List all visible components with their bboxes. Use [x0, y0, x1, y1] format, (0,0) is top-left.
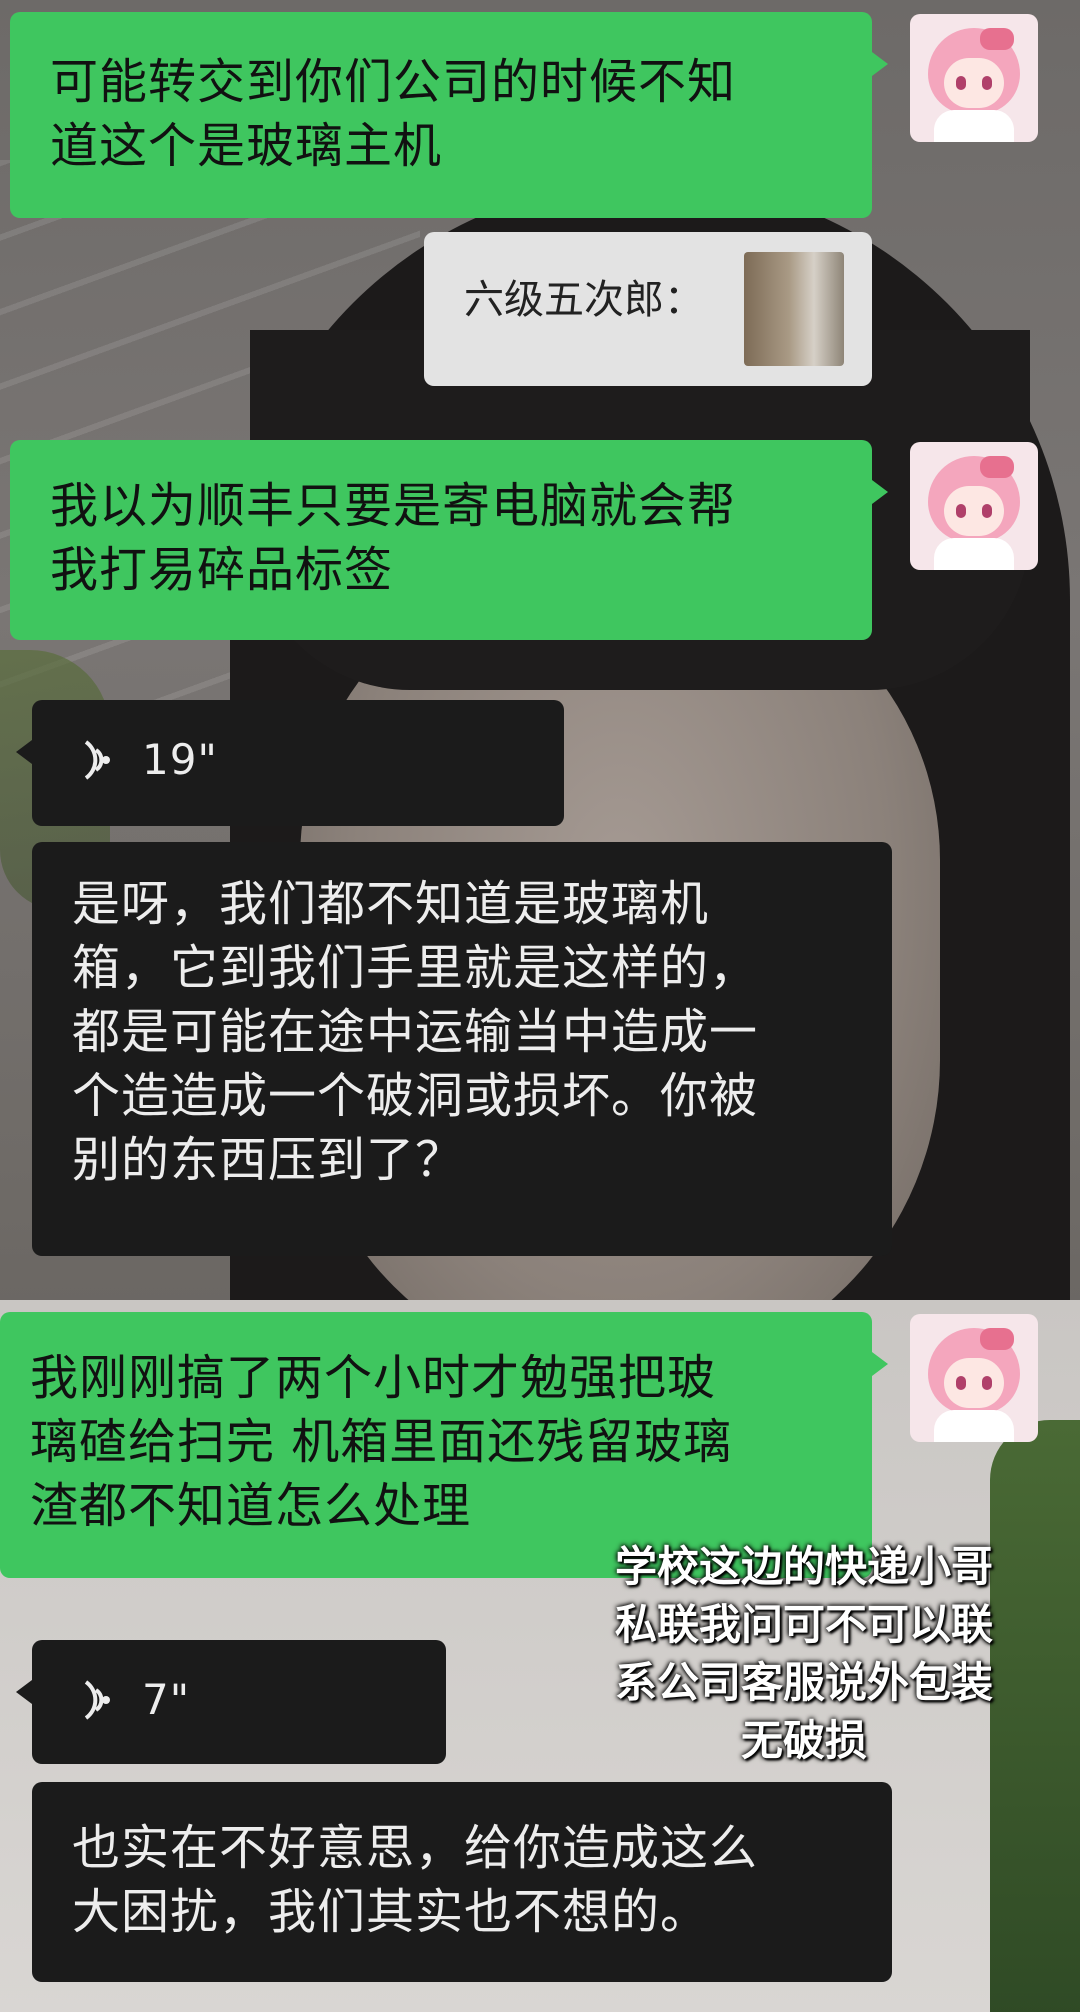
- quoted-message[interactable]: 六级五次郎：: [424, 232, 872, 386]
- voice-message[interactable]: 7": [16, 1640, 446, 1764]
- voice-wave-icon: [84, 740, 110, 780]
- voice-message[interactable]: 19": [16, 700, 564, 826]
- voice-duration: 19": [142, 735, 218, 784]
- message-bubble-incoming[interactable]: 是呀，我们都不知道是玻璃机 箱，它到我们手里就是这样的， 都是可能在途中运输当中…: [32, 842, 892, 1256]
- message-text: 我刚刚搞了两个小时才勉强把玻 璃碴给扫完 机箱里面还残留玻璃 渣都不知道怎么处理: [30, 1350, 733, 1534]
- message-bubble-incoming[interactable]: 也实在不好意思，给你造成这么 大困扰，我们其实也不想的。: [32, 1782, 892, 1982]
- user-avatar[interactable]: [910, 14, 1038, 142]
- message-text: 也实在不好意思，给你造成这么 大困扰，我们其实也不想的。: [72, 1820, 759, 1940]
- overlay-caption: 学校这边的快递小哥 私联我问可不可以联 系公司客服说外包装 无破损: [614, 1542, 993, 1765]
- user-avatar[interactable]: [910, 1314, 1038, 1442]
- message-bubble-outgoing[interactable]: 我以为顺丰只要是寄电脑就会帮 我打易碎品标签: [10, 440, 888, 640]
- message-text: 我以为顺丰只要是寄电脑就会帮 我打易碎品标签: [50, 478, 737, 598]
- quote-sender: 六级五次郎：: [464, 277, 704, 323]
- message-text: 可能转交到你们公司的时候不知 道这个是玻璃主机: [50, 54, 737, 174]
- message-bubble-outgoing[interactable]: 可能转交到你们公司的时候不知 道这个是玻璃主机: [10, 12, 888, 218]
- voice-wave-icon: [84, 1680, 110, 1720]
- quoted-image-thumbnail[interactable]: [744, 252, 844, 366]
- voice-duration: 7": [142, 1675, 191, 1724]
- message-text: 是呀，我们都不知道是玻璃机 箱，它到我们手里就是这样的， 都是可能在途中运输当中…: [72, 876, 759, 1188]
- user-avatar[interactable]: [910, 442, 1038, 570]
